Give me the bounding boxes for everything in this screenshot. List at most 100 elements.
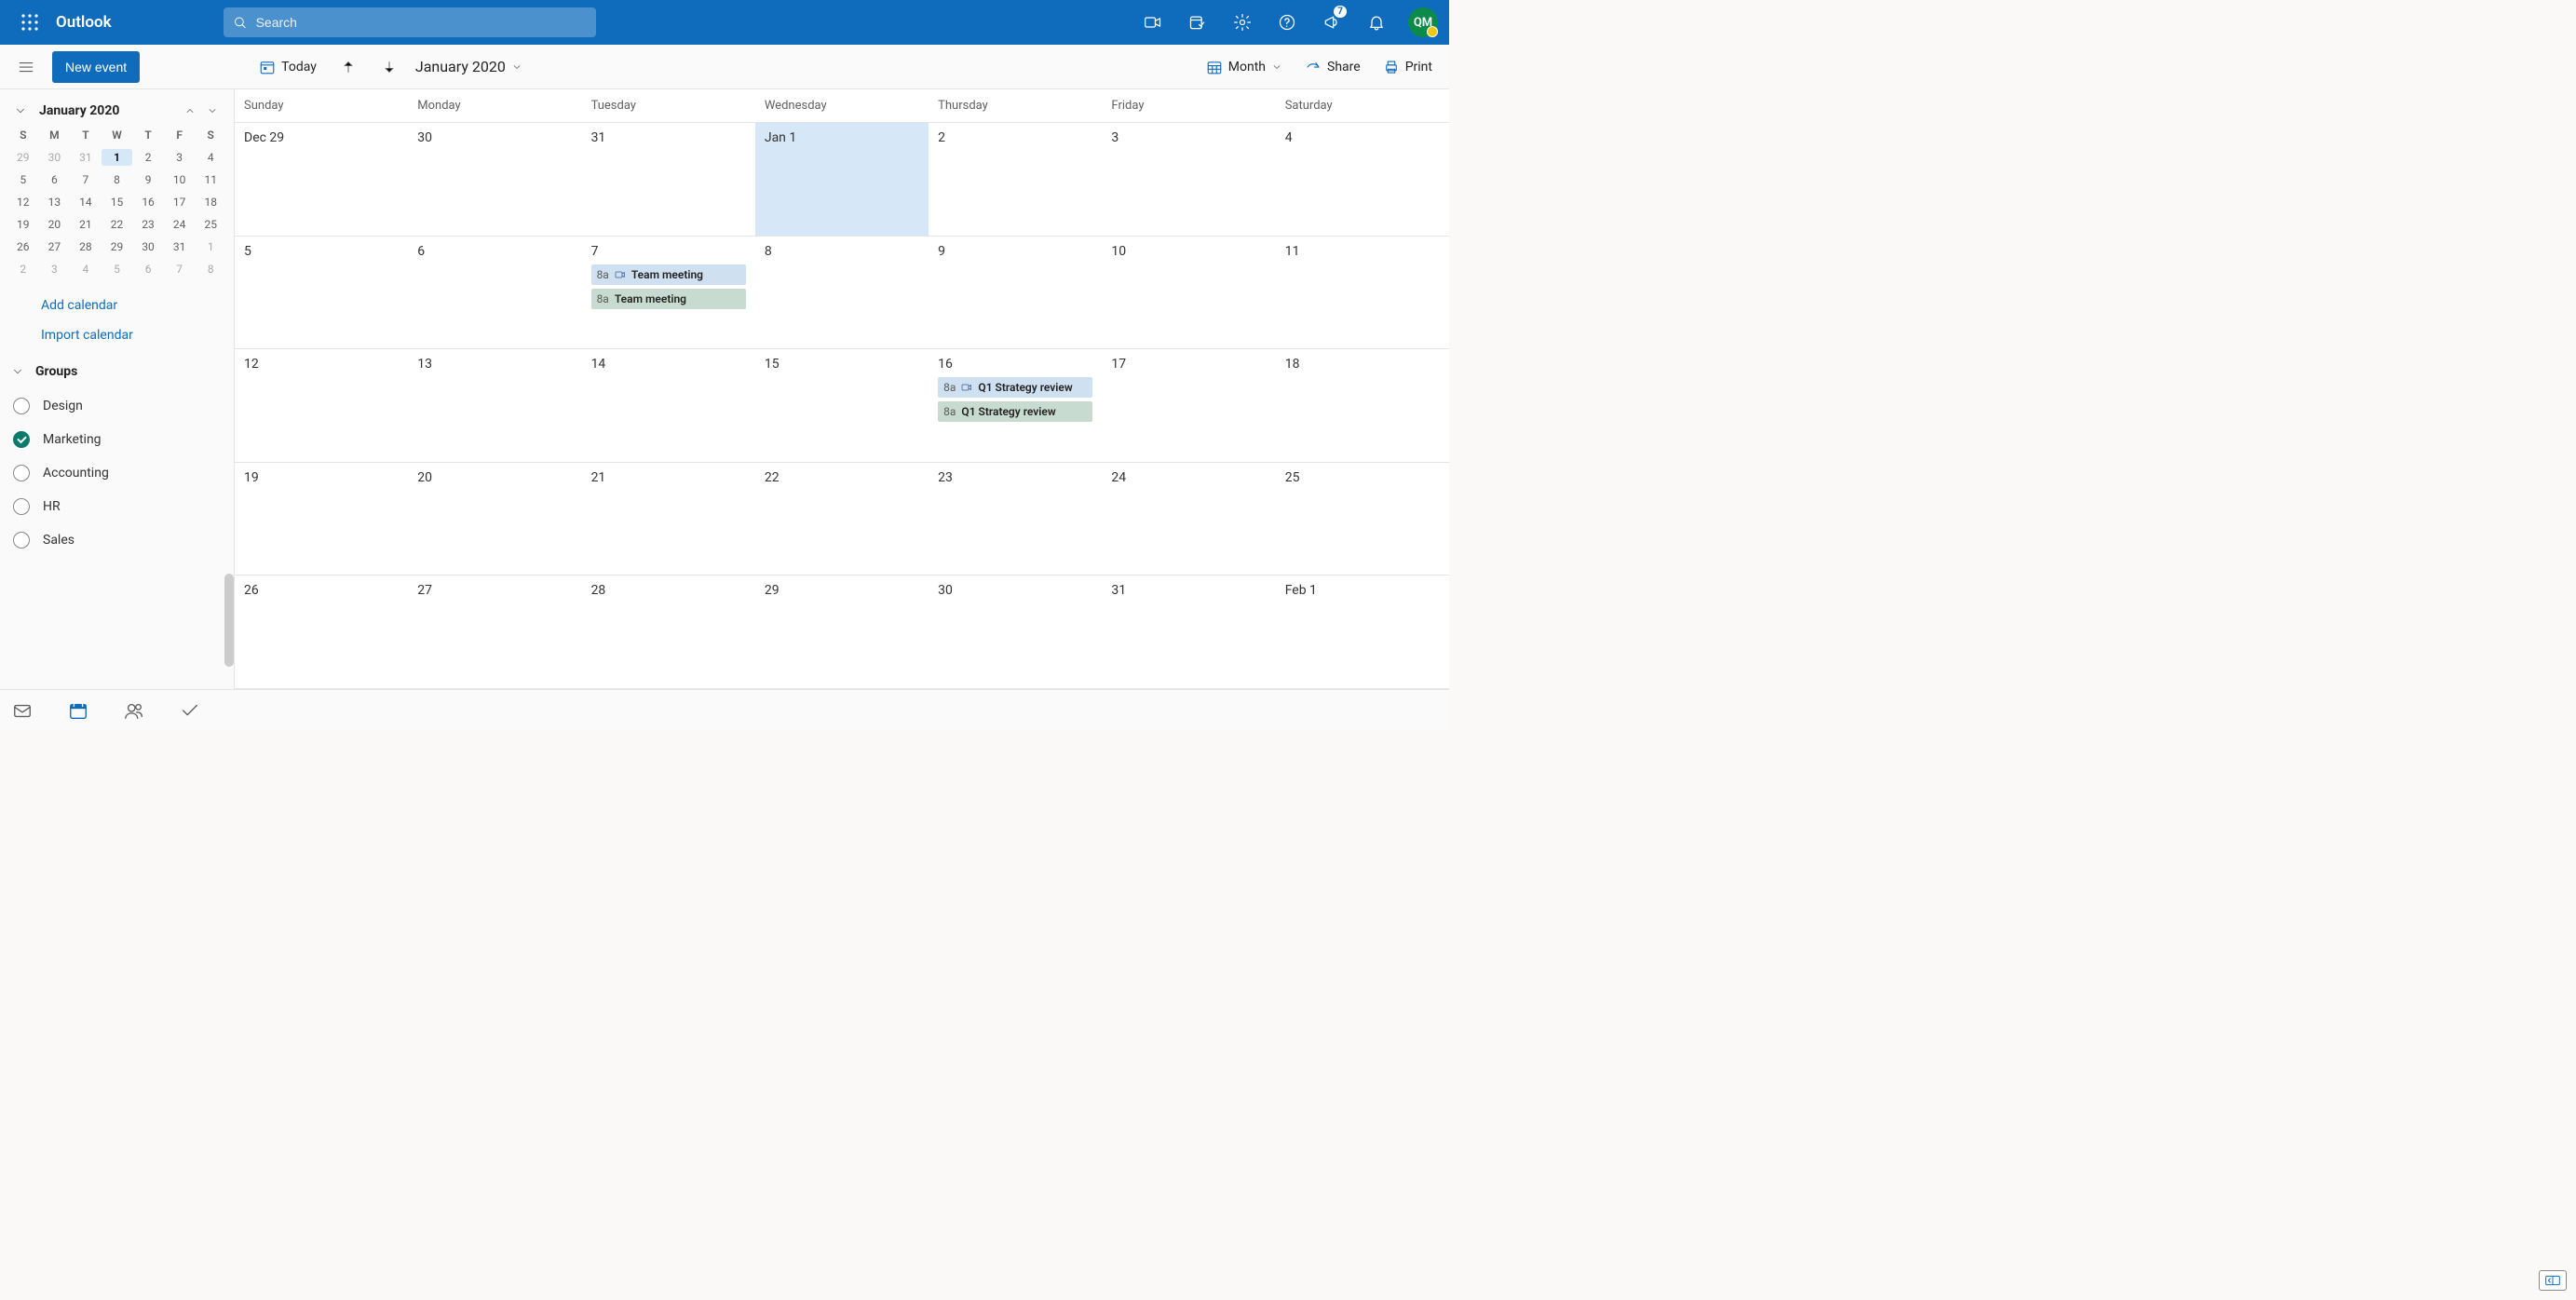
- calendar-day-cell[interactable]: 11: [1276, 237, 1449, 349]
- brand-label[interactable]: Outlook: [56, 13, 112, 32]
- mini-day-cell[interactable]: 1: [102, 149, 133, 166]
- calendar-day-cell[interactable]: 30: [929, 576, 1102, 688]
- calendar-day-cell[interactable]: 78aTeam meeting8aTeam meeting: [582, 237, 755, 349]
- mini-day-cell[interactable]: 29: [7, 149, 39, 166]
- groups-header[interactable]: Groups: [6, 358, 228, 386]
- calendar-day-cell[interactable]: 23: [929, 463, 1102, 576]
- calendar-day-cell[interactable]: 31: [1102, 576, 1275, 688]
- calendar-day-cell[interactable]: 20: [408, 463, 581, 576]
- mini-day-cell[interactable]: 24: [164, 216, 196, 233]
- calendar-day-cell[interactable]: 15: [755, 349, 929, 462]
- calendar-day-cell[interactable]: 13: [408, 349, 581, 462]
- mini-calendar-collapse-button[interactable]: [11, 102, 30, 120]
- mini-day-cell[interactable]: 6: [132, 261, 164, 278]
- calendar-day-cell[interactable]: Jan 1: [755, 123, 929, 236]
- calendar-event[interactable]: 8aQ1 Strategy review: [938, 401, 1092, 422]
- add-calendar-link[interactable]: Add calendar: [41, 298, 228, 313]
- calendar-day-cell[interactable]: 9: [929, 237, 1102, 349]
- calendar-day-cell[interactable]: 2: [929, 123, 1102, 236]
- calendar-day-cell[interactable]: 19: [235, 463, 408, 576]
- calendar-day-cell[interactable]: 168aQ1 Strategy review8aQ1 Strategy revi…: [929, 349, 1102, 462]
- notifications-icon[interactable]: [1358, 0, 1395, 45]
- view-switcher-button[interactable]: Month: [1197, 48, 1292, 86]
- mini-day-cell[interactable]: 2: [132, 149, 164, 166]
- mini-calendar-next-button[interactable]: [202, 101, 223, 121]
- group-checkbox[interactable]: [13, 498, 30, 515]
- mini-day-cell[interactable]: 14: [70, 194, 102, 210]
- share-button[interactable]: Share: [1295, 48, 1370, 86]
- group-checkbox[interactable]: [13, 465, 30, 481]
- mini-day-cell[interactable]: 29: [102, 238, 133, 255]
- mini-day-cell[interactable]: 2: [7, 261, 39, 278]
- calendar-day-cell[interactable]: 26: [235, 576, 408, 688]
- mini-day-cell[interactable]: 16: [132, 194, 164, 210]
- mini-day-cell[interactable]: 5: [102, 261, 133, 278]
- mini-day-cell[interactable]: 9: [132, 171, 164, 188]
- mini-day-cell[interactable]: 30: [39, 149, 71, 166]
- mini-day-cell[interactable]: 19: [7, 216, 39, 233]
- calendar-day-cell[interactable]: 12: [235, 349, 408, 462]
- import-calendar-link[interactable]: Import calendar: [41, 328, 228, 343]
- calendar-day-cell[interactable]: 8: [755, 237, 929, 349]
- calendar-day-cell[interactable]: 4: [1276, 123, 1449, 236]
- account-avatar[interactable]: QM: [1408, 7, 1438, 37]
- calendar-day-cell[interactable]: 17: [1102, 349, 1275, 462]
- mini-day-cell[interactable]: 4: [195, 149, 226, 166]
- calendar-title-dropdown[interactable]: January 2020: [412, 58, 526, 75]
- group-item[interactable]: Sales: [9, 523, 228, 557]
- mini-day-cell[interactable]: 28: [70, 238, 102, 255]
- mini-day-cell[interactable]: 7: [164, 261, 196, 278]
- mini-day-cell[interactable]: 4: [70, 261, 102, 278]
- calendar-day-cell[interactable]: 29: [755, 576, 929, 688]
- calendar-day-cell[interactable]: Dec 29: [235, 123, 408, 236]
- mini-day-cell[interactable]: 11: [195, 171, 226, 188]
- calendar-day-cell[interactable]: 18: [1276, 349, 1449, 462]
- mini-day-cell[interactable]: 31: [164, 238, 196, 255]
- whats-new-icon[interactable]: 7: [1313, 0, 1350, 45]
- mini-day-cell[interactable]: 5: [7, 171, 39, 188]
- mini-day-cell[interactable]: 12: [7, 194, 39, 210]
- mini-day-cell[interactable]: 15: [102, 194, 133, 210]
- mini-day-cell[interactable]: 22: [102, 216, 133, 233]
- calendar-day-cell[interactable]: 21: [582, 463, 755, 576]
- mini-day-cell[interactable]: 10: [164, 171, 196, 188]
- calendar-day-cell[interactable]: 24: [1102, 463, 1275, 576]
- calendar-day-cell[interactable]: Feb 1: [1276, 576, 1449, 688]
- calendar-day-cell[interactable]: 30: [408, 123, 581, 236]
- group-checkbox[interactable]: [13, 532, 30, 548]
- calendar-day-cell[interactable]: 3: [1102, 123, 1275, 236]
- calendar-day-cell[interactable]: 10: [1102, 237, 1275, 349]
- mini-day-cell[interactable]: 21: [70, 216, 102, 233]
- mini-day-cell[interactable]: 8: [102, 171, 133, 188]
- calendar-day-cell[interactable]: 14: [582, 349, 755, 462]
- collapse-pane-button[interactable]: [2539, 1270, 2567, 1291]
- group-item[interactable]: Marketing: [9, 423, 228, 456]
- calendar-day-cell[interactable]: 25: [1276, 463, 1449, 576]
- mini-day-cell[interactable]: 30: [132, 238, 164, 255]
- settings-icon[interactable]: [1224, 0, 1261, 45]
- calendar-day-cell[interactable]: 5: [235, 237, 408, 349]
- group-item[interactable]: Accounting: [9, 456, 228, 490]
- mail-module-icon[interactable]: [11, 699, 34, 722]
- mini-day-cell[interactable]: 13: [39, 194, 71, 210]
- group-checkbox[interactable]: [13, 431, 30, 448]
- mini-calendar-prev-button[interactable]: [180, 101, 200, 121]
- meet-now-icon[interactable]: [1134, 0, 1172, 45]
- app-launcher-icon[interactable]: [7, 0, 52, 45]
- mini-day-cell[interactable]: 26: [7, 238, 39, 255]
- mini-day-cell[interactable]: 20: [39, 216, 71, 233]
- mini-day-cell[interactable]: 3: [39, 261, 71, 278]
- search-box[interactable]: [224, 7, 596, 37]
- people-module-icon[interactable]: [123, 699, 145, 722]
- new-event-button[interactable]: New event: [52, 51, 140, 83]
- next-period-button[interactable]: [371, 48, 408, 86]
- mini-day-cell[interactable]: 8: [195, 261, 226, 278]
- search-input[interactable]: [254, 14, 587, 31]
- group-checkbox[interactable]: [13, 398, 30, 414]
- mini-day-cell[interactable]: 31: [70, 149, 102, 166]
- calendar-day-cell[interactable]: 27: [408, 576, 581, 688]
- todo-module-icon[interactable]: [179, 699, 201, 722]
- group-item[interactable]: HR: [9, 490, 228, 523]
- group-item[interactable]: Design: [9, 389, 228, 423]
- mini-day-cell[interactable]: 1: [195, 238, 226, 255]
